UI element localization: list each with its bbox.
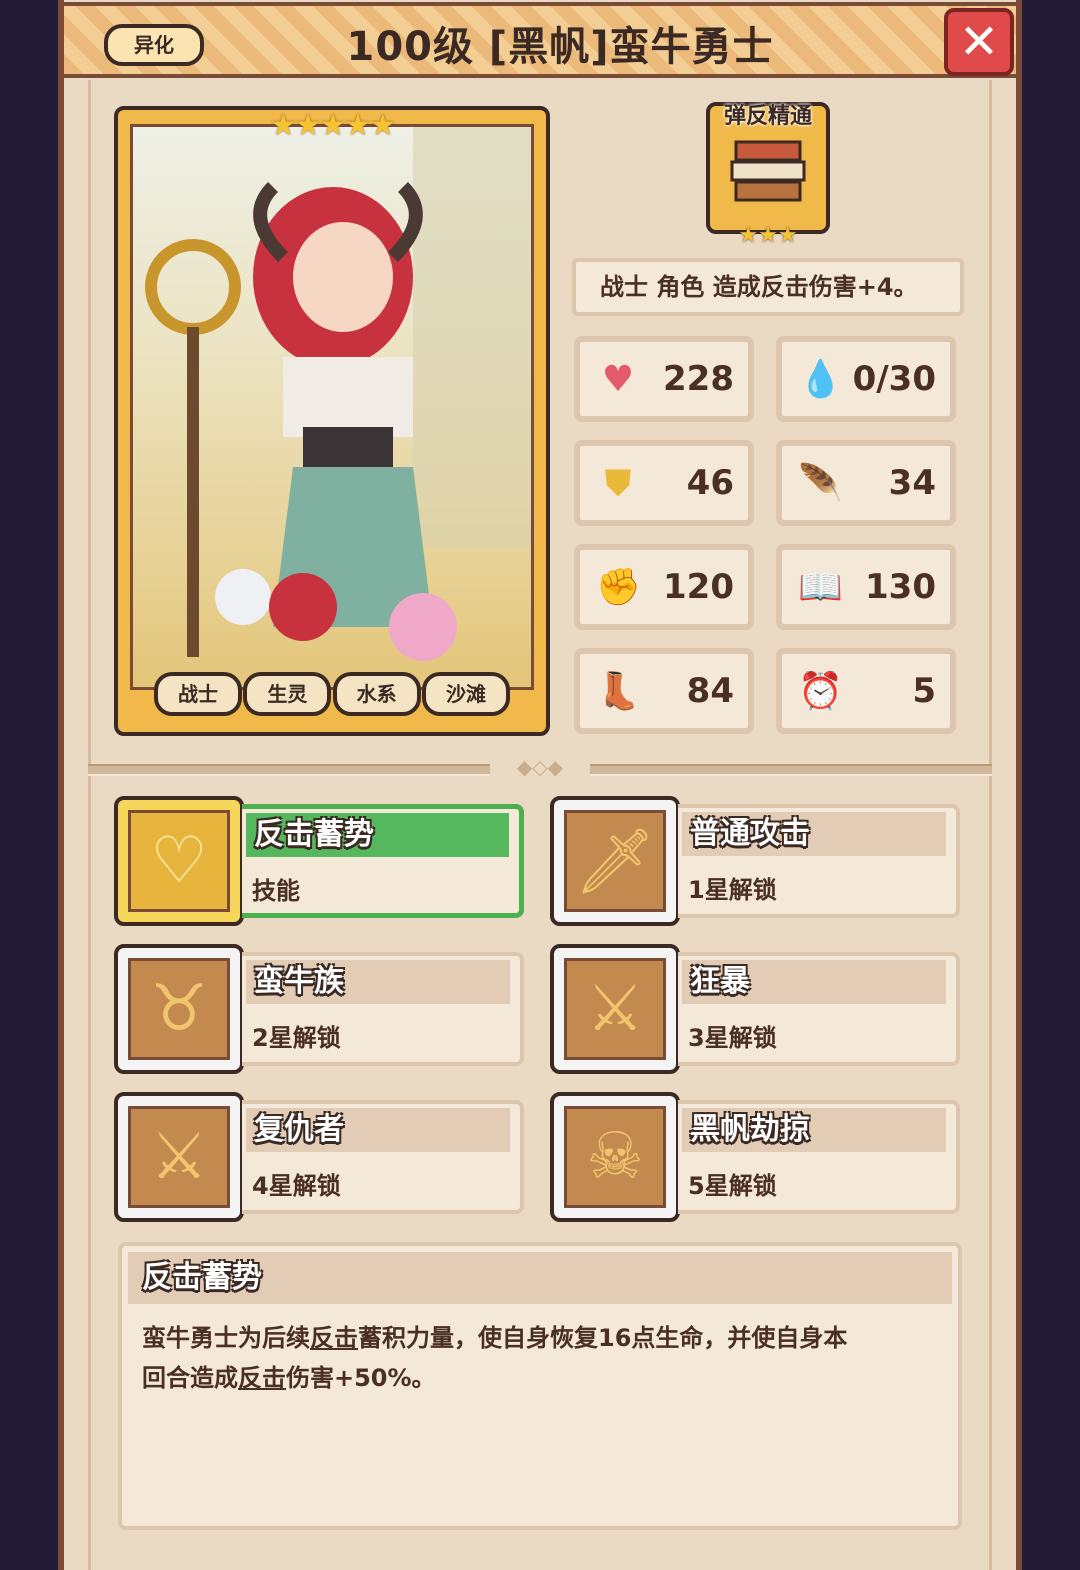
stat-value: 120 [663,567,734,607]
skill-card[interactable]: ⚔ 狂暴 3星解锁 [550,944,960,1074]
trait-tag[interactable]: 沙滩 [421,672,510,716]
detail-text-part: 蛮牛勇士为后续 [142,1324,310,1352]
skill-name: 黑帆劫掠 [682,1108,946,1152]
shield-icon: ⛊ [604,463,632,504]
skill-body: 蛮牛族 2星解锁 [242,952,524,1066]
skill-icon: ⚔ [128,1106,230,1208]
skill-card[interactable]: ☠ 黑帆劫掠 5星解锁 [550,1092,960,1222]
skill-detail-title: 反击蓄势 [128,1252,952,1304]
skill-name: 狂暴 [682,960,946,1004]
stat-spellbook[interactable]: 📖 130 [776,544,956,630]
skill-body: 普通攻击 1星解锁 [678,804,960,918]
stat-wing[interactable]: 🪶 34 [776,440,956,526]
trait-tag[interactable]: 水系 [332,672,421,716]
skill-icon-frame: ⚔ [114,1092,244,1222]
wing-icon: 🪶 [798,463,843,504]
stat-mana-drop[interactable]: 💧 0/30 [776,336,956,422]
background-left [0,0,60,1570]
mutation-badge[interactable]: 异化 [104,24,204,66]
skill-unlock-text: 5星解锁 [688,1172,777,1200]
skill-name: 反击蓄势 [246,813,509,857]
mastery-item[interactable]: 弹反精通 ★★★ [702,102,834,248]
detail-text-part: 伤害+50%。 [286,1364,436,1392]
character-portrait-card[interactable]: ★★★★★ 战士 生灵 水系 沙滩 [114,106,550,736]
stat-value: 130 [865,567,936,607]
skill-body: 复仇者 4星解锁 [242,1100,524,1214]
stat-value: 0/30 [852,359,936,399]
divider-ornament: ◆◇◆ [490,756,590,778]
detail-text-part: 蓄积力量，使自身恢复16点生命，并使自身本 [358,1324,848,1352]
skill-icon-frame: ♉ [114,944,244,1074]
stat-value: 228 [663,359,734,399]
skill-icon: ⚔ [564,958,666,1060]
fist-icon: ✊ [596,567,641,608]
skill-icon-frame: 🗡 [550,796,680,926]
skill-detail-panel: 反击蓄势 蛮牛勇士为后续反击蓄积力量，使自身恢复16点生命，并使自身本 回合造成… [118,1242,962,1530]
skill-icon: ♡ [128,810,230,912]
detail-text-part: 回合造成 [142,1364,238,1392]
skill-detail-text: 蛮牛勇士为后续反击蓄积力量，使自身恢复16点生命，并使自身本 回合造成反击伤害+… [142,1318,934,1398]
skill-unlock-text: 2星解锁 [252,1024,341,1052]
stat-value: 34 [888,463,936,503]
skill-unlock-text: 技能 [252,877,300,905]
spellbook-icon: 📖 [798,567,843,608]
skill-icon-frame: ⚔ [550,944,680,1074]
trait-tags: 战士 生灵 水系 沙滩 [154,672,510,716]
stat-clock[interactable]: ⏰ 5 [776,648,956,734]
stat-shield[interactable]: ⛊ 46 [574,440,754,526]
stat-heart[interactable]: ♥ 228 [574,336,754,422]
mastery-description: 战士 角色 造成反击伤害+4。 [572,258,964,316]
skill-icon: 🗡 [564,810,666,912]
clock-icon: ⏰ [798,671,843,712]
stat-value: 46 [686,463,734,503]
mastery-stars: ★★★ [738,223,798,248]
boot-icon: 👢 [596,671,641,712]
skill-icon: ♉ [128,958,230,1060]
skill-card[interactable]: ⚔ 复仇者 4星解锁 [114,1092,524,1222]
skill-icon-frame: ♡ [114,796,244,926]
rarity-stars: ★★★★★ [269,108,396,143]
skill-card[interactable]: ♡ 反击蓄势 技能 [114,796,524,926]
stat-boot[interactable]: 👢 84 [574,648,754,734]
skill-name: 蛮牛族 [246,960,510,1004]
skill-card[interactable]: ♉ 蛮牛族 2星解锁 [114,944,524,1074]
header-bar: 异化 100级 [黑帆]蛮牛勇士 ✕ [60,2,1020,78]
heart-icon: ♥ [601,359,635,400]
skill-card[interactable]: 🗡 普通攻击 1星解锁 [550,796,960,926]
counter-keyword-link[interactable]: 反击 [310,1324,358,1352]
character-illustration [145,127,531,661]
skill-unlock-text: 3星解锁 [688,1024,777,1052]
character-title: 100级 [黑帆]蛮牛勇士 [346,24,774,70]
skill-icon: ☠ [564,1106,666,1208]
skill-unlock-text: 1星解锁 [688,876,777,904]
mastery-label: 弹反精通 [723,104,812,129]
stat-value: 5 [912,671,936,711]
stat-value: 84 [686,671,734,711]
counter-keyword-link[interactable]: 反击 [238,1364,286,1392]
mana-drop-icon: 💧 [798,359,843,400]
character-portrait-art [130,124,534,690]
background-right [1020,0,1080,1570]
trait-tag[interactable]: 战士 [154,672,242,716]
skill-body: 反击蓄势技能 [242,804,524,918]
stat-fist[interactable]: ✊ 120 [574,544,754,630]
skill-body: 狂暴 3星解锁 [678,952,960,1066]
skill-icon-frame: ☠ [550,1092,680,1222]
skill-name: 复仇者 [246,1108,510,1152]
trait-tag[interactable]: 生灵 [243,672,332,716]
close-button[interactable]: ✕ [944,8,1014,76]
skill-unlock-text: 4星解锁 [252,1172,341,1200]
skill-body: 黑帆劫掠 5星解锁 [678,1100,960,1214]
skill-name: 普通攻击 [682,812,946,856]
